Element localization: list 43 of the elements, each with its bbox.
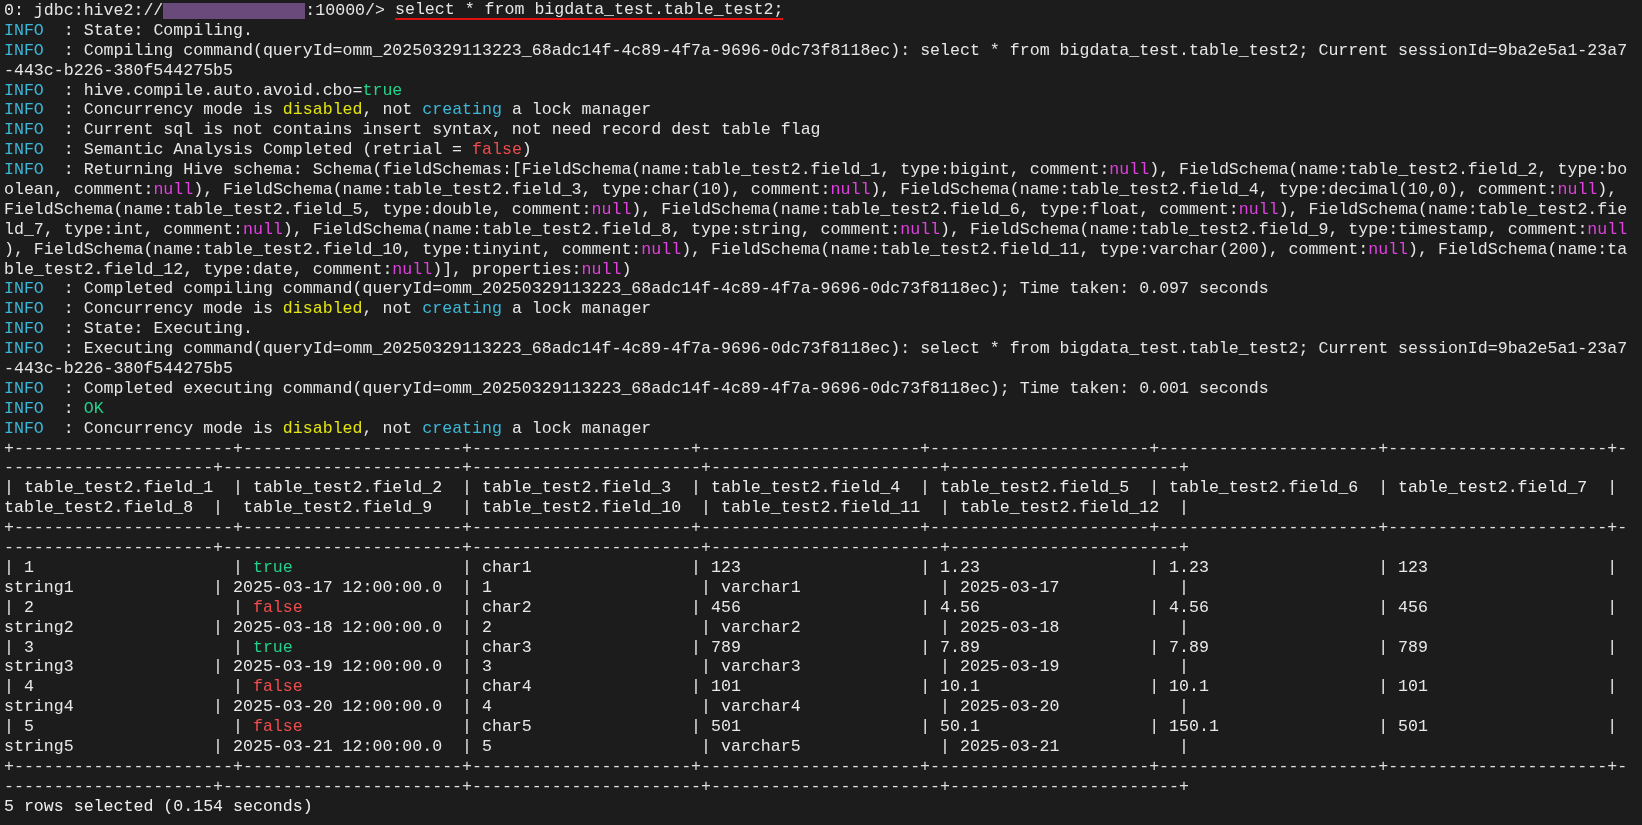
prompt-text: 0: jdbc:hive2:// xyxy=(4,1,164,21)
table-row-line: | 2 | false | char2 | 456 | 4.56 | 4.56 | 456 | xyxy=(4,597,1619,618)
log-line: ), FieldSchema(name:table_test2.field_10, type:tinyint, comment:null), FieldSchema(name:table_test2.field_11, type:varchar(200), comment:null), FieldSchema(name:ta xyxy=(4,239,1628,260)
log-line: INFO : Compiling command(queryId=omm_20250329113223_68adc14f-4c89-4f7a-9696-0dc73f8118ec): select * from bigdata_test.table_test2; Current sessionId=9ba2e5a1-23a7 xyxy=(4,40,1628,61)
log-line: INFO : Completed executing command(queryId=omm_20250329113223_68adc14f-4c89-4f7a-9696-0dc73f8118ec); Time taken: 0.001 seconds xyxy=(4,378,1269,399)
table-border-line: ---------------------+------------------------+-----------------------+-----------------------+-----------------------+ xyxy=(4,538,1189,558)
table-row-line: string1 | 2025-03-17 12:00:00.0 | 1 | varchar1 | 2025-03-17 | xyxy=(4,577,1189,598)
log-line: -443c-b226-380f544275b5 xyxy=(4,60,234,81)
log-line: -443c-b226-380f544275b5 xyxy=(4,359,234,379)
log-line: INFO : Current sql is not contains insert syntax, not need record dest table flag xyxy=(4,120,821,141)
log-line: INFO : OK xyxy=(4,398,104,419)
log-line: INFO : Semantic Analysis Completed (retrial = false) xyxy=(4,140,532,161)
log-line: INFO : Returning Hive schema: Schema(fieldSchemas:[FieldSchema(name:table_test2.field_1, type:bigint, comment:null), FieldSchema(name:table_test2.field_2, type:bo xyxy=(4,160,1628,180)
log-line: INFO : State: Executing. xyxy=(4,319,253,340)
table-row-line: | 1 | true | char1 | 123 | 1.23 | 1.23 | 123 | xyxy=(4,557,1619,578)
table-row-line: string3 | 2025-03-19 12:00:00.0 | 3 | varchar3 | 2025-03-19 | xyxy=(4,657,1189,678)
command-text: select * from bigdata_test.table_test2; xyxy=(395,1,784,21)
table-row-line: | 5 | false | char5 | 501 | 50.1 | 150.1 | 501 | xyxy=(4,717,1619,737)
log-line: INFO : Executing command(queryId=omm_20250329113223_68adc14f-4c89-4f7a-9696-0dc73f8118ec): select * from bigdata_test.table_test2; Current sessionId=9ba2e5a1-23a7 xyxy=(4,339,1628,360)
table-row-line: | 4 | false | char4 | 101 | 10.1 | 10.1 | 101 | xyxy=(4,677,1619,698)
log-line: INFO : Concurrency mode is disabled, not creating a lock manager xyxy=(4,100,652,121)
table-border-line: +----------------------+----------------------+----------------------+----------------------+----------------------+----------------------+----------------------+- xyxy=(4,756,1628,777)
result-summary: 5 rows selected (0.154 seconds) xyxy=(4,796,313,817)
table-row-line: | 3 | true | char3 | 789 | 7.89 | 7.89 | 789 | xyxy=(4,637,1619,658)
table-border-line: +----------------------+----------------------+----------------------+----------------------+----------------------+----------------------+----------------------+- xyxy=(4,438,1628,459)
table-row-line: string4 | 2025-03-20 12:00:00.0 | 4 | varchar4 | 2025-03-20 | xyxy=(4,697,1189,718)
table-border-line: ---------------------+------------------------+-----------------------+-----------------------+-----------------------+ xyxy=(4,458,1189,479)
log-line: FieldSchema(name:table_test2.field_5, type:double, comment:null), FieldSchema(name:table_test2.field_6, type:float, comment:null), FieldSchema(name:table_test2.fie xyxy=(4,199,1628,220)
table-border-line: ---------------------+------------------------+-----------------------+-----------------------+-----------------------+ xyxy=(4,776,1189,797)
log-line: ble_test2.field_12, type:date, comment:null)], properties:null) xyxy=(4,259,632,280)
log-line: INFO : Concurrency mode is disabled, not creating a lock manager xyxy=(4,418,652,439)
log-line: olean, comment:null), FieldSchema(name:table_test2.field_3, type:char(10), comment:null), FieldSchema(name:table_test2.field_4, type:decimal(10,0), comment:null), xyxy=(4,180,1618,200)
table-header-line: | table_test2.field_1 | table_test2.field_2 | table_test2.field_3 | table_test2.field_4 | table_test2.field_5 | table_test2.field_6 | table_test2.field_7 | xyxy=(4,478,1619,499)
log-line: INFO : Completed compiling command(queryId=omm_20250329113223_68adc14f-4c89-4f7a-9696-0dc73f8118ec); Time taken: 0.097 seconds xyxy=(4,279,1269,300)
prompt-text: :10000/> xyxy=(305,1,385,21)
log-line: INFO : State: Compiling. xyxy=(4,20,253,41)
table-row-line: string2 | 2025-03-18 12:00:00.0 | 2 | varchar2 | 2025-03-18 | xyxy=(4,617,1189,638)
log-line: ld_7, type:int, comment:null), FieldSchema(name:table_test2.field_8, type:string, comment:null), FieldSchema(name:table_test2.field_9, type:timestamp, comment:null xyxy=(4,219,1628,240)
log-line: INFO : Concurrency mode is disabled, not creating a lock manager xyxy=(4,299,652,320)
table-header-line: table_test2.field_8 | table_test2.field_9 | table_test2.field_10 | table_test2.field_11 | table_test2.field_12 | xyxy=(4,498,1189,519)
table-border-line: +----------------------+----------------------+----------------------+----------------------+----------------------+----------------------+----------------------+- xyxy=(4,518,1628,539)
table-row-line: string5 | 2025-03-21 12:00:00.0 | 5 | varchar5 | 2025-03-21 | xyxy=(4,736,1189,757)
log-line: INFO : hive.compile.auto.avoid.cbo=true xyxy=(4,80,403,101)
